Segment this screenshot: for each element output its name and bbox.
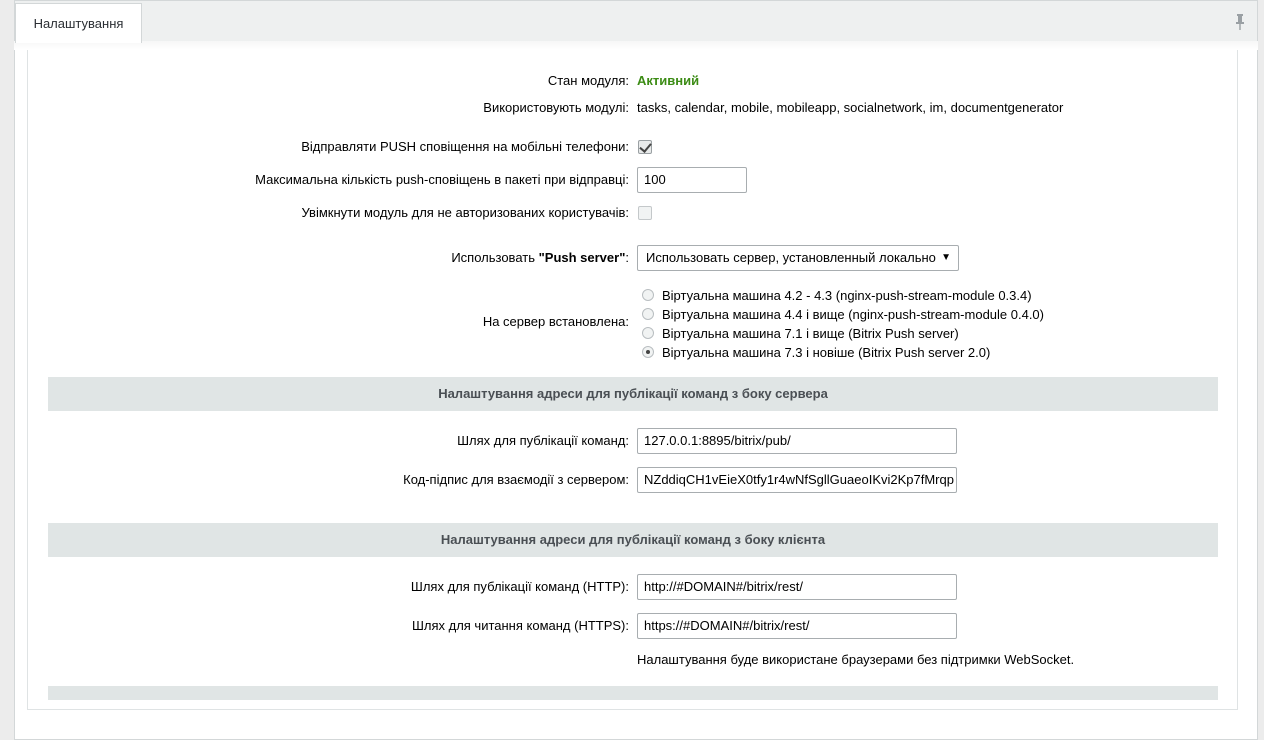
- module-status-row: Стан модуля: Активний: [0, 68, 1264, 94]
- checkmark-icon: [639, 140, 652, 153]
- sign-label: Код-підпис для взаємодії з сервером:: [403, 472, 629, 487]
- tab-settings[interactable]: Налаштування: [15, 3, 142, 43]
- installed-option-label: Віртуальна машина 4.2 - 4.3 (nginx-push-…: [662, 288, 1032, 303]
- pub-path-label: Шлях для публікації команд:: [457, 433, 629, 448]
- http-path-row: Шлях для публікації команд (HTTP): http:…: [0, 574, 1264, 600]
- server-section-header: Налаштування адреси для публікації коман…: [48, 377, 1218, 411]
- used-by-row: Використовують модулі: tasks, calendar, …: [0, 95, 1264, 121]
- guest-enable-checkbox[interactable]: [638, 206, 652, 220]
- guest-enable-label: Увімкнути модуль для не авторизованих ко…: [301, 205, 629, 220]
- pub-path-row: Шлях для публікації команд: 127.0.0.1:88…: [0, 428, 1264, 454]
- tab-settings-label: Налаштування: [33, 16, 124, 31]
- installed-option-label: Віртуальна машина 7.1 і вище (Bitrix Pus…: [662, 326, 959, 341]
- radio-button[interactable]: [642, 289, 654, 301]
- push-mobile-label: Відправляти PUSH сповіщення на мобільні …: [301, 139, 629, 154]
- push-mobile-checkbox[interactable]: [638, 140, 652, 154]
- http-path-input[interactable]: http://#DOMAIN#/bitrix/rest/: [637, 574, 957, 600]
- websocket-note: Налаштування буде використане браузерами…: [637, 652, 1075, 667]
- radio-button-selected[interactable]: [642, 346, 654, 358]
- guest-enable-row: Увімкнути модуль для не авторизованих ко…: [0, 200, 1264, 226]
- next-section-header: [48, 686, 1218, 700]
- installed-label-row: На сервер встановлена:: [0, 309, 1264, 335]
- sign-row: Код-підпис для взаємодії з сервером: NZd…: [0, 467, 1264, 493]
- max-push-row: Максимальна кількість push-сповіщень в п…: [0, 167, 1264, 193]
- module-status-value: Активний: [637, 73, 700, 88]
- radio-button[interactable]: [642, 327, 654, 339]
- dropdown-arrow-icon: ▼: [941, 252, 951, 263]
- max-push-input[interactable]: 100: [637, 167, 747, 193]
- push-server-label: Использовать "Push server":: [451, 250, 629, 265]
- used-by-label: Використовують модулі:: [483, 100, 629, 115]
- panel-top-strip: [14, 40, 1258, 50]
- https-path-row: Шлях для читання команд (HTTPS): https:/…: [0, 613, 1264, 639]
- push-server-row: Использовать "Push server": Использовать…: [0, 245, 1264, 271]
- installed-option-label: Віртуальна машина 7.3 і новіше (Bitrix P…: [662, 345, 991, 360]
- push-server-selected: Использовать сервер, установленный локал…: [646, 250, 936, 265]
- client-section-header: Налаштування адреси для публікації коман…: [48, 523, 1218, 557]
- settings-page: Налаштування Стан модуля: Активний Викор…: [0, 0, 1264, 740]
- pub-path-input[interactable]: 127.0.0.1:8895/bitrix/pub/: [637, 428, 957, 454]
- http-path-label: Шлях для публікації команд (HTTP):: [410, 579, 629, 594]
- https-path-input[interactable]: https://#DOMAIN#/bitrix/rest/: [637, 613, 957, 639]
- radio-button[interactable]: [642, 308, 654, 320]
- module-status-label: Стан модуля:: [547, 73, 629, 88]
- sign-input[interactable]: NZddiqCH1vEieX0tfy1r4wNfSgllGuaeoIKvi2Kp…: [637, 467, 957, 493]
- used-by-value: tasks, calendar, mobile, mobileapp, soci…: [637, 100, 1064, 115]
- https-path-label: Шлях для читання команд (HTTPS):: [411, 618, 629, 633]
- installed-label: На сервер встановлена:: [482, 314, 629, 329]
- push-server-select[interactable]: Использовать сервер, установленный локал…: [637, 245, 959, 271]
- max-push-label: Максимальна кількість push-сповіщень в п…: [255, 172, 629, 187]
- tab-bar: Налаштування: [14, 0, 1258, 43]
- push-mobile-row: Відправляти PUSH сповіщення на мобільні …: [0, 134, 1264, 160]
- pin-icon[interactable]: [1235, 14, 1245, 30]
- installed-option-label: Віртуальна машина 4.4 і вище (nginx-push…: [662, 307, 1044, 322]
